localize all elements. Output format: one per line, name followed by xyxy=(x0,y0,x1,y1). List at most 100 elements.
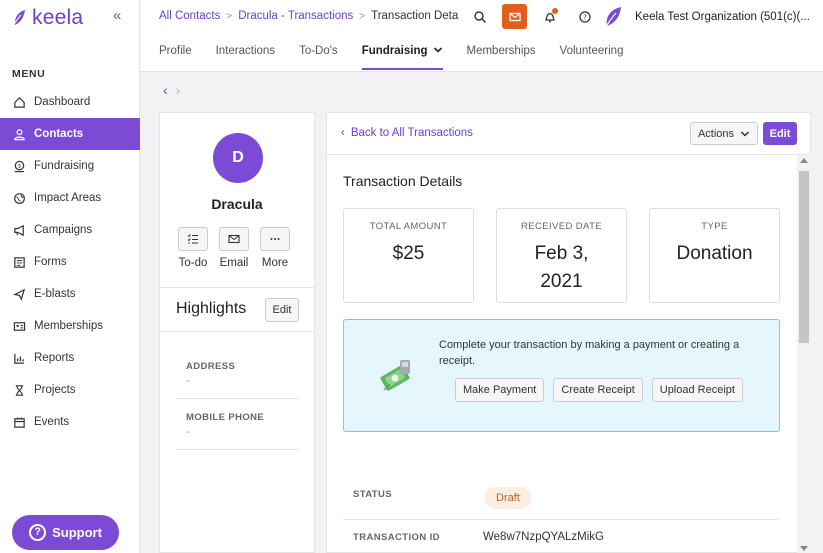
top-bar: All Contacts > Dracula - Transactions > … xyxy=(141,0,823,72)
logo-text: keela xyxy=(32,6,84,29)
tab-volunteering[interactable]: Volunteering xyxy=(560,40,624,70)
field-divider xyxy=(176,398,298,399)
stat-value: Feb 3, 2021 xyxy=(534,243,589,292)
sidebar-item-fundraising[interactable]: $ Fundraising xyxy=(0,150,140,182)
tab-label: Fundraising xyxy=(361,45,428,57)
scrollbar[interactable] xyxy=(797,155,811,553)
callout-text: Complete your transaction by making a pa… xyxy=(439,339,740,367)
sidebar-item-projects[interactable]: Projects xyxy=(0,374,140,406)
upload-receipt-button[interactable]: Upload Receipt xyxy=(651,378,743,402)
org-switcher[interactable]: Keela Test Organization (501(c)(... xyxy=(603,5,810,29)
scroll-down-icon[interactable] xyxy=(800,546,808,551)
breadcrumb-transactions[interactable]: Dracula - Transactions xyxy=(238,10,353,22)
collapse-sidebar-icon[interactable]: « xyxy=(113,7,121,24)
svg-text:$: $ xyxy=(17,163,21,169)
previous-record-icon[interactable]: ‹ xyxy=(163,82,168,98)
chevron-down-icon xyxy=(741,130,750,137)
more-button[interactable]: More xyxy=(260,227,290,269)
mail-icon[interactable] xyxy=(502,4,527,29)
id-card-icon xyxy=(12,319,26,333)
sidebar-item-reports[interactable]: Reports xyxy=(0,342,140,374)
back-to-transactions-link[interactable]: ‹ Back to All Transactions xyxy=(341,127,473,139)
sidebar-item-label: Memberships xyxy=(34,320,104,332)
callout-buttons: Make Payment Create Receipt Upload Recei… xyxy=(455,378,743,402)
mobile-phone-label: MOBILE PHONE xyxy=(186,412,265,423)
tab-label: Volunteering xyxy=(559,45,624,57)
edit-transaction-button[interactable]: Edit xyxy=(763,122,797,145)
make-payment-button[interactable]: Make Payment xyxy=(455,378,545,402)
notification-dot xyxy=(552,8,558,14)
send-icon xyxy=(12,287,26,301)
scroll-up-icon[interactable] xyxy=(800,158,808,163)
sidebar-item-label: E-blasts xyxy=(34,288,76,300)
sidebar-item-impact-areas[interactable]: Impact Areas xyxy=(0,182,140,214)
tab-label: Interactions xyxy=(215,45,276,57)
type-stat: TYPE Donation xyxy=(649,208,780,303)
sidebar-item-label: Forms xyxy=(34,256,67,268)
email-button[interactable]: Email xyxy=(219,227,249,269)
sidebar-item-dashboard[interactable]: Dashboard xyxy=(0,86,140,118)
tab-interactions[interactable]: Interactions xyxy=(216,40,275,70)
breadcrumb-all-contacts[interactable]: All Contacts xyxy=(159,10,220,22)
status-label: STATUS xyxy=(353,489,392,500)
sidebar-item-label: Campaigns xyxy=(34,224,93,236)
money-illustration-icon xyxy=(380,360,410,391)
sidebar-item-events[interactable]: Events xyxy=(0,406,140,438)
sidebar-item-contacts[interactable]: Contacts xyxy=(0,118,140,150)
tab-profile[interactable]: Profile xyxy=(159,40,192,70)
stat-label: TOTAL AMOUNT xyxy=(369,221,448,232)
search-icon[interactable] xyxy=(467,4,492,29)
tab-label: Memberships xyxy=(466,45,536,57)
chevron-right-icon: > xyxy=(359,10,366,22)
help-circle-icon: ? xyxy=(29,524,47,541)
transaction-id-label: TRANSACTION ID xyxy=(353,532,440,543)
sidebar-item-memberships[interactable]: Memberships xyxy=(0,310,140,342)
tab-memberships[interactable]: Memberships xyxy=(467,40,536,70)
sidebar-item-e-blasts[interactable]: E-blasts xyxy=(0,278,140,310)
highlights-edit-button[interactable]: Edit xyxy=(265,298,299,322)
scroll-thumb[interactable] xyxy=(799,171,809,343)
chevron-right-icon: > xyxy=(226,10,233,22)
dollar-icon: $ xyxy=(12,159,26,173)
mobile-phone-value: - xyxy=(186,426,190,438)
sidebar-item-forms[interactable]: Forms xyxy=(0,246,140,278)
record-pager: ‹ › xyxy=(163,82,180,98)
tab-todos[interactable]: To-Do's xyxy=(299,40,338,70)
address-value: - xyxy=(186,375,190,387)
menu-title: MENU xyxy=(12,68,46,80)
stat-label: RECEIVED DATE xyxy=(520,221,603,232)
sidebar-item-label: Dashboard xyxy=(34,96,91,108)
megaphone-icon xyxy=(12,223,26,237)
sidebar-item-label: Reports xyxy=(34,352,75,364)
help-icon[interactable]: ? xyxy=(572,4,597,29)
tab-fundraising[interactable]: Fundraising xyxy=(361,40,443,70)
keela-logo[interactable]: keela xyxy=(12,6,83,30)
back-link-label: Back to All Transactions xyxy=(350,127,473,139)
contact-profile-card: D Dracula To-do Email More Highlights Ed… xyxy=(159,112,315,553)
support-button[interactable]: ? Support xyxy=(12,515,119,550)
contact-name: Dracula xyxy=(211,196,263,212)
bell-icon[interactable] xyxy=(537,4,562,29)
home-icon xyxy=(12,95,26,109)
divider xyxy=(160,331,314,332)
more-label: More xyxy=(261,257,289,269)
org-name: Keela Test Organization (501(c)(... xyxy=(635,11,810,23)
actions-dropdown[interactable]: Actions xyxy=(690,122,758,145)
stat-label: TYPE xyxy=(701,221,728,232)
transaction-details-card: ‹ Back to All Transactions Actions Edit … xyxy=(326,112,811,553)
row-divider xyxy=(343,519,778,520)
sidebar-item-label: Fundraising xyxy=(34,160,95,172)
todo-button[interactable]: To-do xyxy=(178,227,208,269)
breadcrumb: All Contacts > Dracula - Transactions > … xyxy=(159,10,459,22)
create-receipt-button[interactable]: Create Receipt xyxy=(553,378,643,402)
divider xyxy=(160,287,314,288)
next-record-icon[interactable]: › xyxy=(176,82,181,98)
transaction-details-title: Transaction Details xyxy=(343,173,463,189)
payment-callout: Complete your transaction by making a pa… xyxy=(343,319,780,432)
chart-icon xyxy=(12,351,26,365)
checklist-icon xyxy=(187,234,198,244)
calendar-icon xyxy=(12,415,26,429)
todo-label: To-do xyxy=(178,257,208,269)
actions-label: Actions xyxy=(697,127,735,140)
sidebar-item-campaigns[interactable]: Campaigns xyxy=(0,214,140,246)
